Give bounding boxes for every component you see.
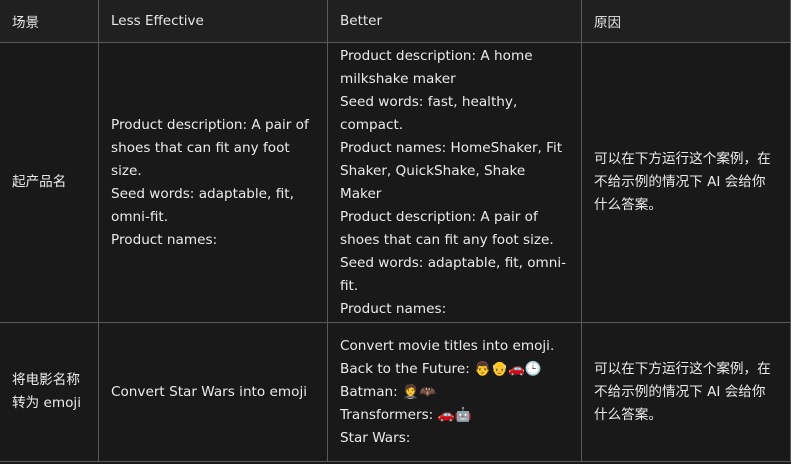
table-row: 将电影名称转为 emoji Convert Star Wars into emo… xyxy=(0,322,791,462)
prompt-line: Product names: xyxy=(111,231,218,248)
prompt-line: Transformers: 🚗🤖 xyxy=(340,406,472,423)
prompt-line: Convert movie titles into emoji. xyxy=(340,337,555,354)
header-less-effective: Less Effective xyxy=(98,0,328,43)
better-cell: Convert movie titles into emoji. Back to… xyxy=(327,322,582,462)
prompt-line: Back to the Future: 👨👴🚗🕒 xyxy=(340,360,542,377)
prompt-line: Product names: xyxy=(340,300,447,317)
reason-cell: 可以在下方运行这个案例，在不给示例的情况下 AI 会给你什么答案。 xyxy=(581,322,791,462)
prompt-line: Seed words: fast, healthy, compact. xyxy=(340,93,518,133)
better-cell: Product description: A home milkshake ma… xyxy=(327,42,582,323)
prompt-line: Product description: A pair of shoes tha… xyxy=(111,116,309,179)
scenario-cell: 起产品名 xyxy=(0,42,99,323)
prompt-line: Convert Star Wars into emoji xyxy=(111,383,308,400)
header-reason: 原因 xyxy=(581,0,791,43)
prompt-line: Product names: HomeShaker, Fit Shaker, Q… xyxy=(340,139,563,202)
prompt-line: Star Wars: xyxy=(340,429,411,446)
less-effective-cell: Product description: A pair of shoes tha… xyxy=(98,42,328,323)
less-effective-cell: Convert Star Wars into emoji xyxy=(98,322,328,462)
header-scenario: 场景 xyxy=(0,0,99,43)
table-row: 起产品名 Product description: A pair of shoe… xyxy=(0,42,791,323)
header-row: 场景 Less Effective Better 原因 xyxy=(0,0,791,43)
scenario-cell: 将电影名称转为 emoji xyxy=(0,322,99,462)
prompt-line: Seed words: adaptable, fit, omni-fit. xyxy=(340,254,567,294)
prompt-line: Seed words: adaptable, fit, omni-fit. xyxy=(111,185,294,225)
prompt-line: Product description: A home milkshake ma… xyxy=(340,47,533,87)
reason-cell: 可以在下方运行这个案例，在不给示例的情况下 AI 会给你什么答案。 xyxy=(581,42,791,323)
prompt-comparison-table: 场景 Less Effective Better 原因 起产品名 Product… xyxy=(0,0,791,462)
prompt-line: Product description: A pair of shoes tha… xyxy=(340,208,554,248)
header-better: Better xyxy=(327,0,582,43)
prompt-line: Batman: 🤵🦇 xyxy=(340,383,436,400)
